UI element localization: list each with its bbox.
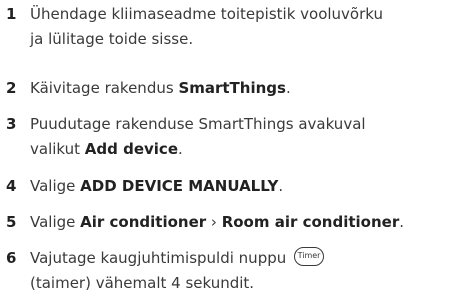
breadcrumb-separator: › (206, 213, 222, 231)
instruction-steps: 1 Ühendage kliimaseadme toitepistik vool… (0, 0, 453, 301)
step-text-suffix: . (285, 79, 291, 97)
step-text-prefix: Käivitage rakendus (30, 79, 179, 97)
option-room-air-conditioner: Room air conditioner (221, 213, 400, 231)
step-text-line: Ühendage kliimaseadme toitepistik vooluv… (30, 5, 384, 23)
step-text-line: (taimer) vähemalt 4 sekundit. (30, 274, 255, 292)
step-text: Ühendage kliimaseadme toitepistik vooluv… (30, 2, 453, 52)
step-text: Valige ADD DEVICE MANUALLY. (30, 174, 453, 199)
step-text: Puudutage rakenduse SmartThings avakuval… (30, 112, 453, 162)
step-text-suffix: . (178, 140, 183, 158)
step-number: 2 (6, 79, 17, 97)
step-text-suffix: . (278, 177, 284, 195)
step-text: Vajutage kaugjuhtimispuldi nuppu Timer (… (30, 246, 453, 296)
step-number: 1 (6, 5, 17, 23)
step-number: 5 (6, 213, 17, 231)
option-add-device: Add device (84, 140, 178, 158)
option-air-conditioner: Air conditioner (80, 213, 207, 231)
option-add-device-manually: ADD DEVICE MANUALLY (80, 177, 279, 195)
step-text-line: ja lülitage toide sisse. (30, 30, 194, 48)
step-text: Käivitage rakendus SmartThings. (30, 76, 453, 101)
timer-button-icon: Timer (294, 247, 325, 266)
step-text: Valige Air conditioner › Room air condit… (30, 210, 453, 235)
step-text-prefix: valikut (30, 140, 85, 158)
step-text-prefix: Valige (30, 213, 81, 231)
step-number: 3 (6, 115, 17, 133)
step-text-prefix: Valige (30, 177, 81, 195)
step-number: 6 (6, 249, 17, 267)
step-number: 4 (6, 177, 17, 195)
step-text-suffix: . (399, 213, 405, 231)
app-name: SmartThings (178, 79, 286, 97)
step-text-prefix: Vajutage kaugjuhtimispuldi nuppu (30, 249, 292, 267)
step-text-line: Puudutage rakenduse SmartThings avakuval (30, 115, 366, 133)
